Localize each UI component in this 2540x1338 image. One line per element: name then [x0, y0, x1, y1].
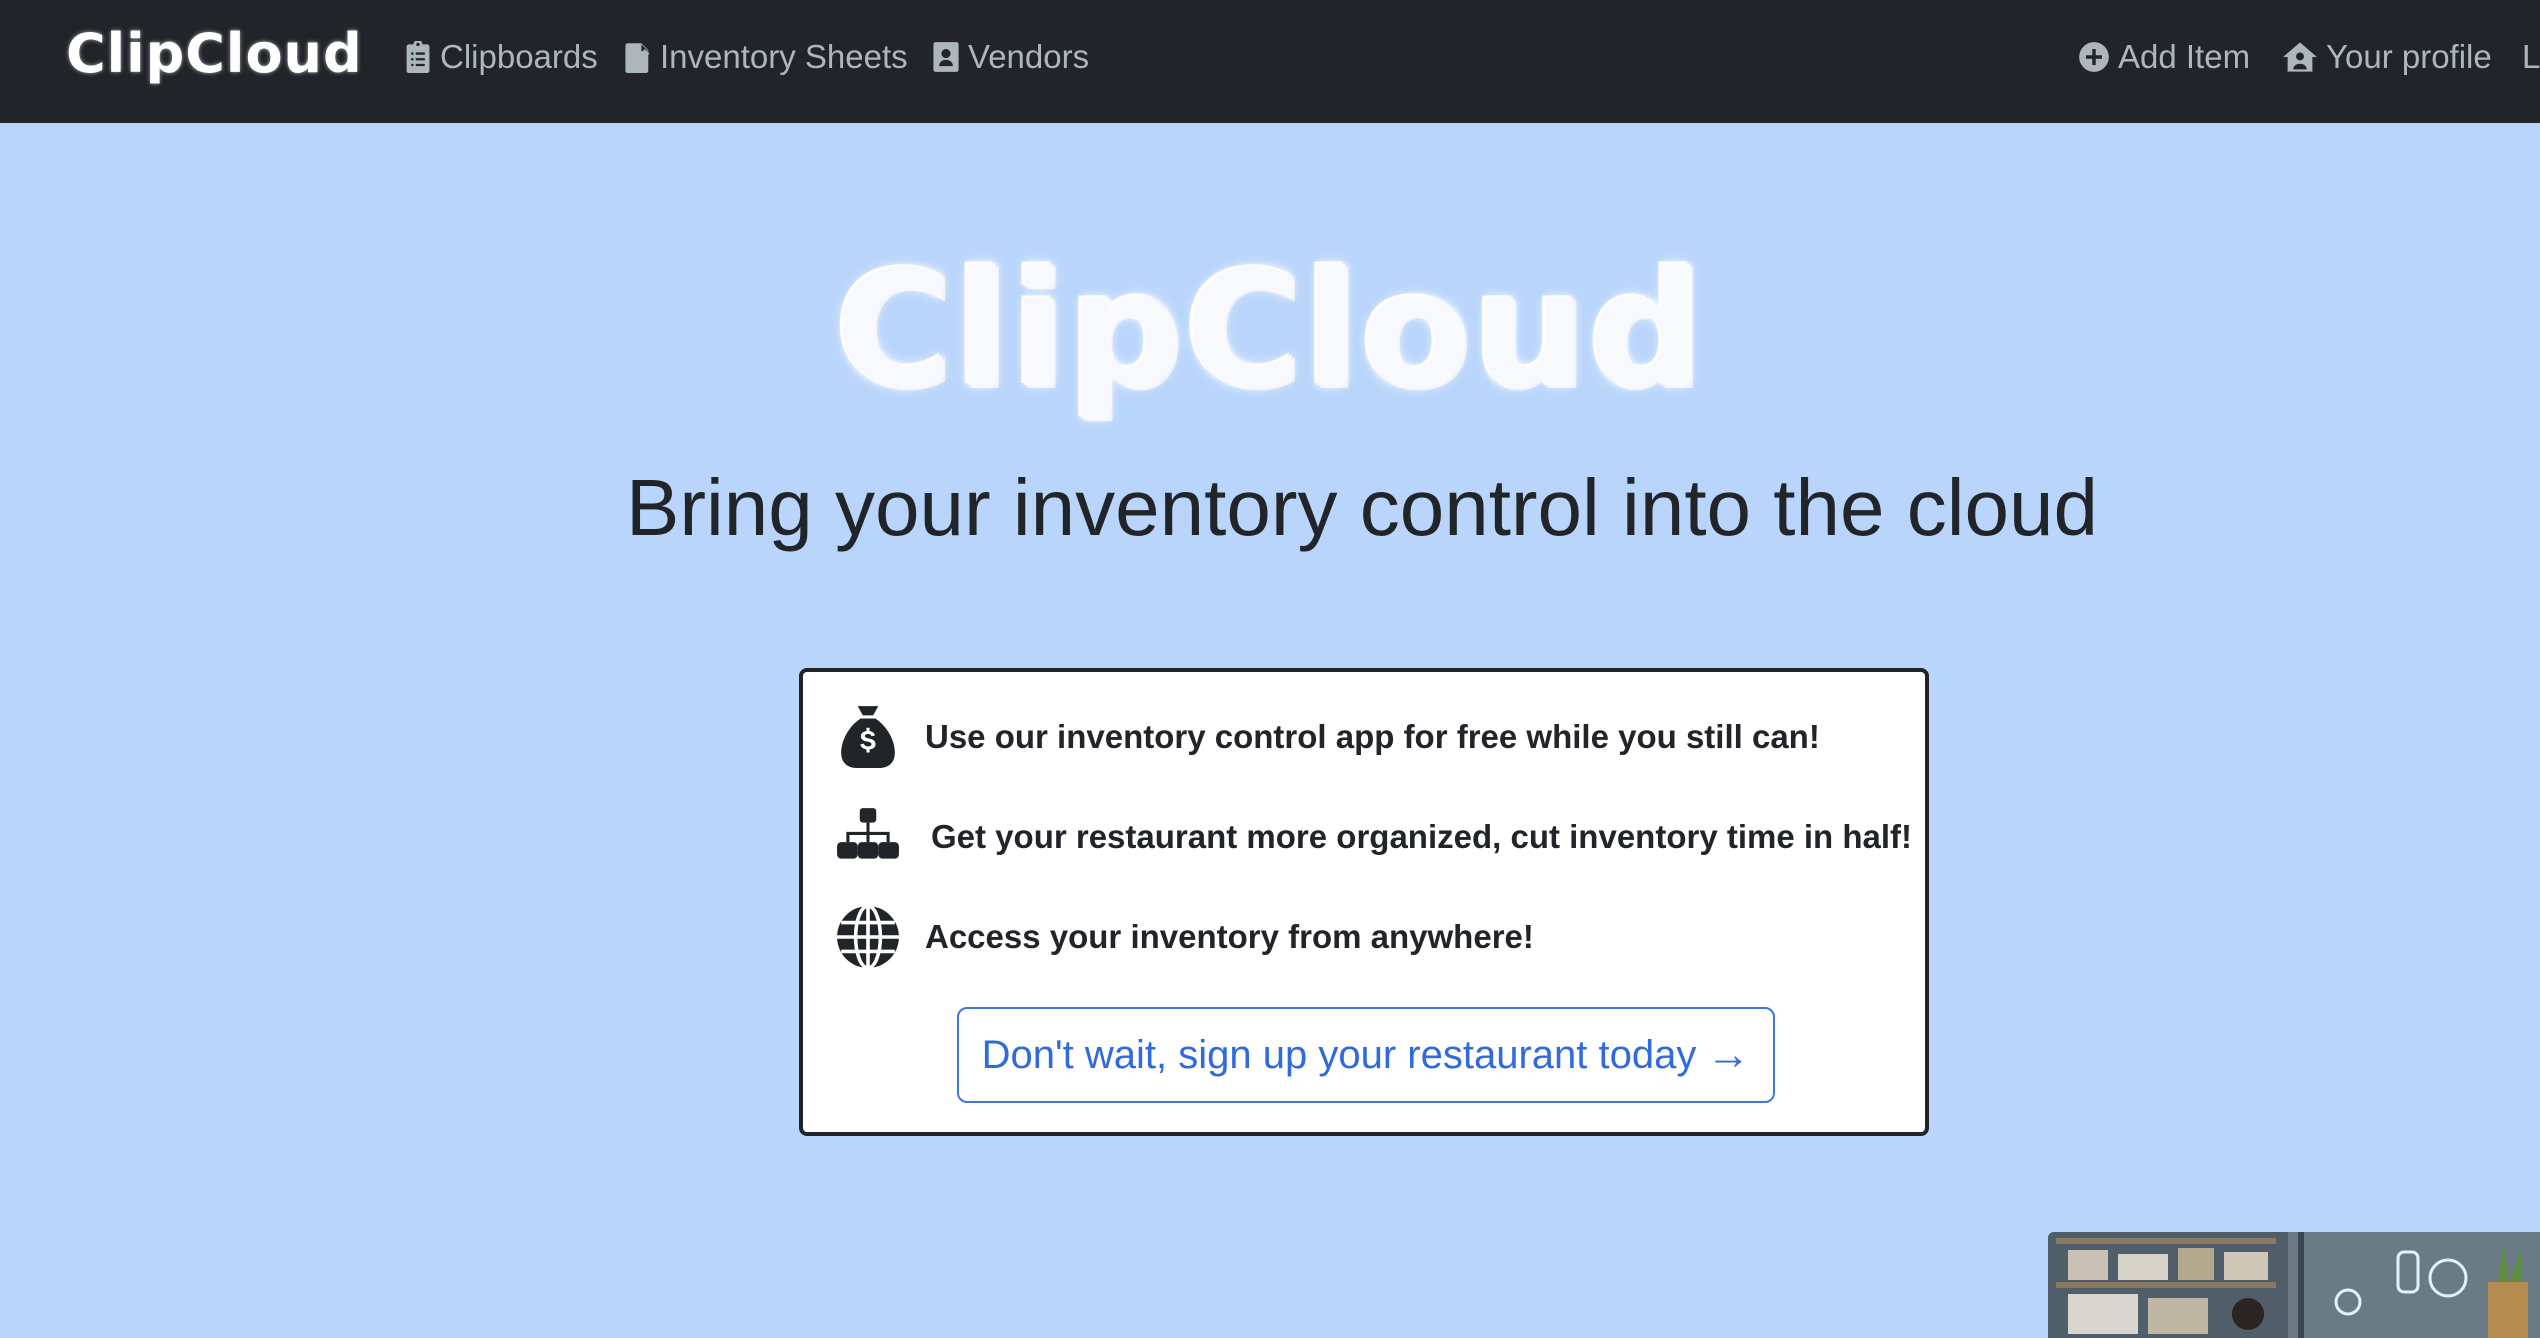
globe-icon [837, 904, 899, 970]
nav-link-label: Clipboards [440, 38, 598, 75]
nav-link-label: Your profile [2326, 38, 2492, 75]
arrow-right-icon: → [1706, 1030, 1751, 1079]
nav-link-add-item[interactable]: Add Item [2078, 36, 2250, 78]
plus-circle-icon [2079, 42, 2109, 72]
brand-logo[interactable]: ClipCloud [66, 22, 363, 85]
nav-link-label: Inventory Sheets [660, 38, 908, 75]
nav-link-your-profile[interactable]: Your profile [2282, 36, 2492, 78]
illustration-graphic [2048, 1232, 2540, 1338]
clipboard-icon [406, 41, 430, 73]
nav-link-vendors[interactable]: Vendors [932, 36, 1089, 78]
feature-card: Use our inventory control app for free w… [799, 668, 1929, 1136]
money-bag-icon [841, 706, 895, 768]
feature-item: Get your restaurant more organized, cut … [835, 804, 1912, 870]
feature-item: Access your inventory from anywhere! [835, 904, 1534, 970]
file-icon [625, 43, 650, 73]
contact-book-icon [933, 42, 959, 72]
nav-link-logout[interactable]: L [2522, 36, 2540, 78]
signup-button[interactable]: Don't wait, sign up your restaurant toda… [957, 1007, 1775, 1103]
nav-link-clipboards[interactable]: Clipboards [404, 36, 598, 78]
nav-link-label: Vendors [968, 38, 1090, 75]
house-user-icon [2283, 42, 2317, 72]
navbar: ClipCloud Clipboards Inventory Sheets Ve… [0, 0, 2540, 123]
nav-link-inventory-sheets[interactable]: Inventory Sheets [624, 36, 908, 78]
nav-link-label: Add Item [2118, 38, 2251, 75]
sitemap-icon [837, 808, 899, 859]
feature-text: Get your restaurant more organized, cut … [931, 818, 1913, 855]
page-title: Bring your inventory control into the cl… [626, 463, 2098, 552]
inventory-illustration-image [2048, 1232, 2540, 1338]
signup-button-label: Don't wait, sign up your restaurant toda… [981, 1032, 1697, 1077]
feature-text: Access your inventory from anywhere! [925, 918, 1534, 955]
nav-link-label: L [2522, 38, 2540, 75]
feature-text: Use our inventory control app for free w… [925, 718, 1820, 755]
feature-item: Use our inventory control app for free w… [835, 704, 1820, 770]
hero-logo: ClipCloud [834, 236, 1706, 423]
